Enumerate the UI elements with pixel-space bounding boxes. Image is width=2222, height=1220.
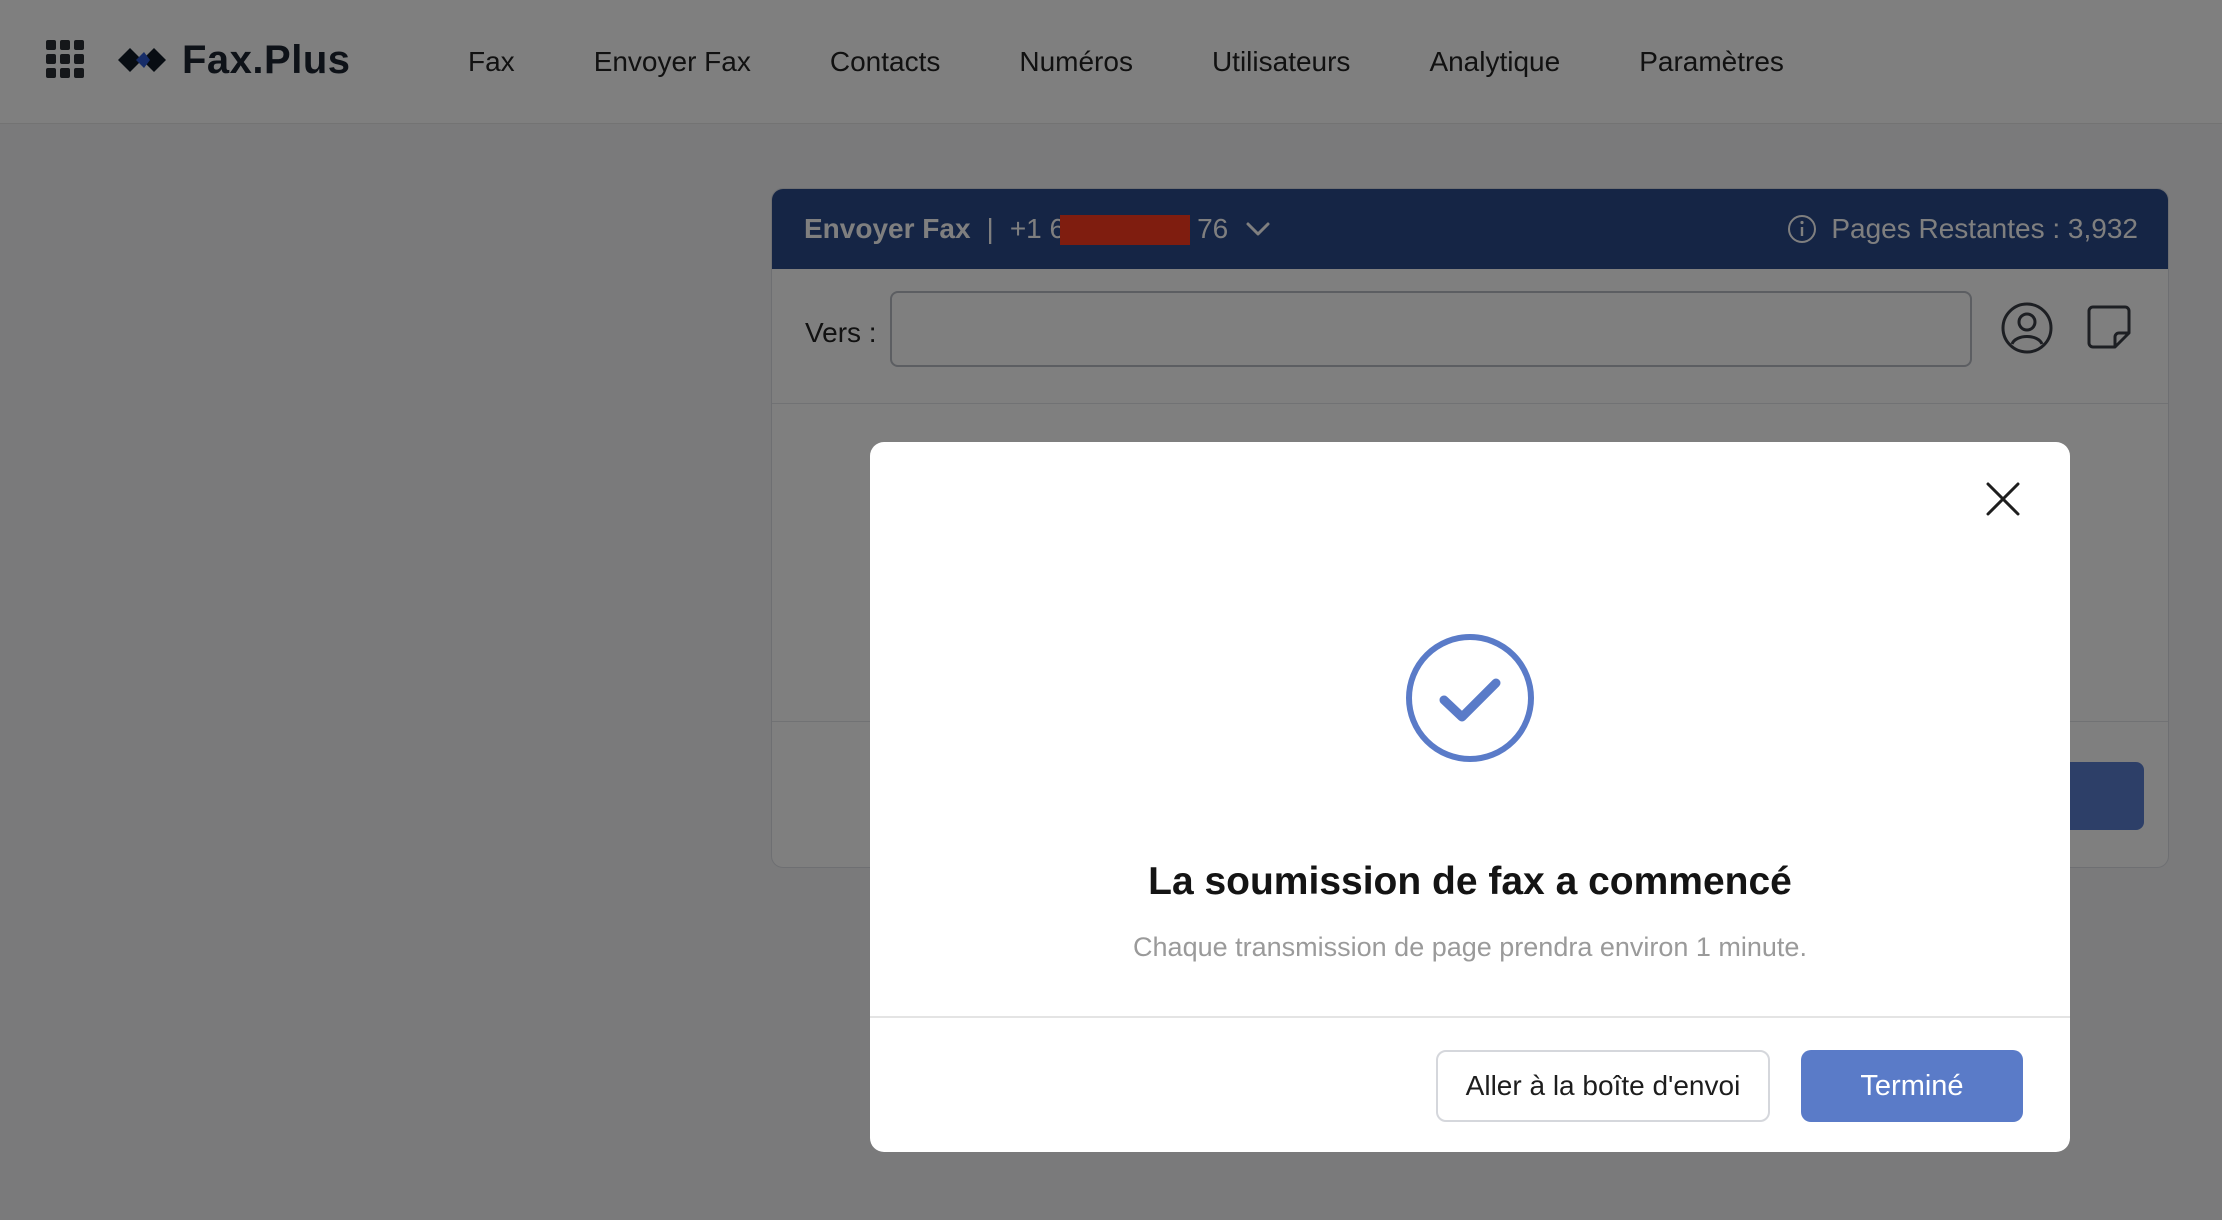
dialog-title: La soumission de fax a commencé bbox=[1148, 860, 1792, 903]
dialog-divider bbox=[870, 1016, 2070, 1018]
done-button[interactable]: Terminé bbox=[1801, 1050, 2023, 1122]
dialog-subtitle: Chaque transmission de page prendra envi… bbox=[1133, 932, 1807, 962]
check-circle-icon bbox=[1406, 634, 1534, 762]
fax-submitted-dialog: La soumission de fax a commencé Chaque t… bbox=[870, 442, 2070, 1152]
page: Fax.Plus Fax Envoyer Fax Contacts Numéro… bbox=[0, 0, 2222, 1220]
close-icon[interactable] bbox=[1980, 476, 2026, 522]
go-to-outbox-button[interactable]: Aller à la boîte d'envoi bbox=[1436, 1050, 1770, 1122]
